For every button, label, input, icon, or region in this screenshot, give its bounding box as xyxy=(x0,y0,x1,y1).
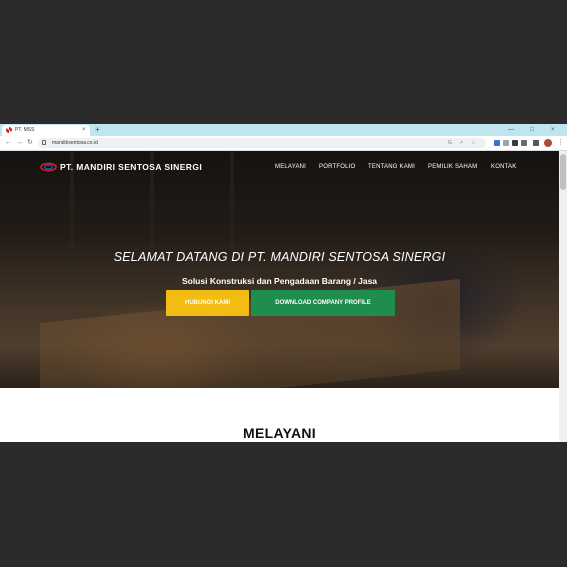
nav-link-melayani[interactable]: MELAYANI xyxy=(275,161,306,173)
page-scrollbar[interactable] xyxy=(559,151,567,442)
section-title: MELAYANI xyxy=(243,425,316,441)
scrollbar-thumb[interactable] xyxy=(560,154,566,190)
address-bar-row: ← → ↻ mandirisentosa.co.id G ↗ ☆ ⋮ xyxy=(0,136,567,151)
reading-list-icon[interactable] xyxy=(521,140,527,146)
puzzle-icon[interactable] xyxy=(512,140,518,146)
google-icon[interactable]: G xyxy=(448,138,452,148)
maximize-button[interactable]: □ xyxy=(530,124,534,136)
minimize-button[interactable]: — xyxy=(508,124,514,136)
close-window-button[interactable]: × xyxy=(551,124,555,136)
mss-logo-icon[interactable] xyxy=(40,162,57,172)
browser-window: PT. MSS × + — □ × ← → ↻ mandirisentosa.c… xyxy=(0,124,567,442)
hero-banner: PT. MANDIRI SENTOSA SINERGI MELAYANI POR… xyxy=(0,151,559,388)
star-icon[interactable]: ☆ xyxy=(471,138,475,148)
reload-icon[interactable]: ↻ xyxy=(27,137,33,149)
nav-link-portfolio[interactable]: PORTFOLIO xyxy=(319,161,355,173)
kebab-menu-icon[interactable]: ⋮ xyxy=(557,137,564,149)
new-tab-button[interactable]: + xyxy=(95,124,100,136)
arrow-right-icon[interactable]: → xyxy=(16,137,23,149)
nav-link-kontak[interactable]: KONTAK xyxy=(491,161,516,173)
hero-overlay xyxy=(0,151,559,388)
nav-link-pemilik-saham[interactable]: PEMILIK SAHAM xyxy=(428,161,477,173)
avatar[interactable] xyxy=(544,139,552,147)
brand-name[interactable]: PT. MANDIRI SENTOSA SINERGI xyxy=(60,161,202,173)
sidebar-icon[interactable] xyxy=(533,140,539,146)
lock-icon xyxy=(42,140,46,145)
arrow-left-icon[interactable]: ← xyxy=(5,137,12,149)
nav-link-tentang-kami[interactable]: TENTANG KAMI xyxy=(368,161,415,173)
url-input[interactable]: mandirisentosa.co.id G ↗ ☆ xyxy=(38,138,486,148)
tab-close-icon[interactable]: × xyxy=(82,125,86,135)
tab-title: PT. MSS xyxy=(15,127,35,133)
hero-title: SELAMAT DATANG DI PT. MANDIRI SENTOSA SI… xyxy=(113,250,446,264)
download-company-profile-button[interactable]: DOWNLOAD COMPANY PROFILE xyxy=(251,290,395,316)
share-icon[interactable]: ↗ xyxy=(459,138,463,148)
contact-us-button[interactable]: HUBUNGI KAMI xyxy=(166,290,249,316)
extension-icon[interactable] xyxy=(503,140,509,146)
tab-bar: PT. MSS × + — □ × xyxy=(0,124,567,136)
browser-tab[interactable]: PT. MSS × xyxy=(2,125,90,136)
url-text: mandirisentosa.co.id xyxy=(52,140,98,146)
hero-subtitle: Solusi Konstruksi dan Pengadaan Barang /… xyxy=(181,276,378,286)
mss-logo-icon xyxy=(6,127,12,133)
extension-icon[interactable] xyxy=(494,140,500,146)
